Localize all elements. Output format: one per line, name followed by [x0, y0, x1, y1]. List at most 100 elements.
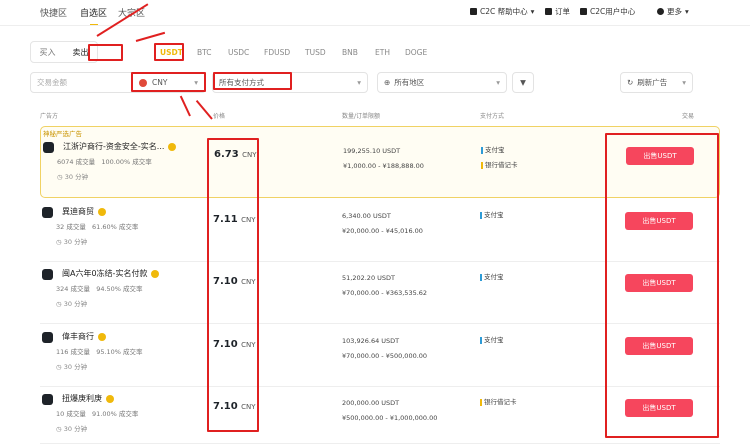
pay-time: ◷ 30 分钟 [56, 298, 87, 308]
advertiser-name[interactable]: 江浙沪商行-资金安全-实名... [63, 141, 177, 152]
available-quantity: 103,926.64 USDT [342, 337, 400, 345]
tab-quick[interactable]: 快捷区 [40, 6, 67, 19]
avatar [42, 207, 53, 218]
more-menu[interactable]: 更多 ▾ [657, 6, 689, 17]
label: 更多 [667, 7, 682, 16]
verified-badge-icon [168, 142, 177, 151]
time-text: 30 分钟 [63, 300, 88, 308]
advertiser-name[interactable]: 闽A六年0冻结-实名付款 [62, 268, 160, 279]
name-text: 扭爆庚利庚 [62, 394, 102, 403]
order-count: 6074 成交量 [57, 158, 96, 166]
verified-badge-icon [98, 207, 106, 216]
region-select[interactable]: ⊕ 所有地区 ▾ [377, 72, 507, 93]
name-text: 闽A六年0冻结-实名付款 [62, 269, 148, 278]
orders-link[interactable]: 订单 [545, 6, 570, 17]
name-text: 江浙沪商行-资金安全-实名... [63, 142, 165, 151]
annotation-box-usdt [154, 43, 184, 61]
annotation-box-currency [131, 72, 206, 92]
advertiser-name[interactable]: 扭爆庚利庚 [62, 393, 114, 404]
available-quantity: 199,255.10 USDT [343, 147, 401, 155]
payment-method: 支付宝 [480, 337, 504, 344]
advertiser-name[interactable]: 異迪商贸 [62, 206, 106, 217]
region-value: 所有地区 [394, 78, 425, 87]
coin-fdusd[interactable]: FDUSD [264, 48, 290, 57]
chevron-down-icon: ▾ [357, 78, 361, 87]
annotation-box-payment [213, 72, 292, 90]
help-center-menu[interactable]: C2C 帮助中心 ▾ [470, 6, 534, 17]
verified-badge-icon [151, 269, 160, 278]
pay-time: ◷ 30 分钟 [56, 423, 87, 433]
order-limit: ¥70,000.00 - ¥500,000.00 [342, 352, 428, 360]
name-text: 異迪商贸 [62, 207, 94, 216]
trade-stats: 6074 成交量 100.00% 成交率 [57, 156, 152, 166]
annotation-box-sell [88, 44, 123, 61]
label: 订单 [555, 7, 570, 16]
buy-tab[interactable]: 买入 [31, 42, 64, 62]
coin-btc[interactable]: BTC [197, 48, 212, 57]
advertiser-name[interactable]: 偉丰商行 [62, 331, 106, 342]
coin-doge[interactable]: DOGE [405, 48, 427, 57]
time-text: 30 分钟 [63, 238, 88, 246]
trade-stats: 324 成交量 94.50% 成交率 [56, 283, 143, 293]
header-price: 价格 [213, 113, 226, 120]
header-quantity: 数量/订单限额 [342, 113, 381, 120]
available-quantity: 51,202.20 USDT [342, 274, 396, 282]
header-payment: 支付方式 [480, 113, 505, 120]
payment-method: 支付宝 [481, 147, 505, 154]
time-text: 30 分钟 [63, 425, 88, 433]
pay-time: ◷ 30 分钟 [56, 361, 87, 371]
amount-placeholder: 交易金额 [37, 78, 67, 87]
clock-icon: ◷ [56, 238, 62, 246]
order-limit: ¥20,000.00 - ¥45,016.00 [342, 227, 423, 235]
refresh-button[interactable]: ↻ 刷新广告 ▾ [620, 72, 693, 93]
header-trade: 交易 [682, 113, 695, 120]
trade-stats: 10 成交量 91.00% 成交率 [56, 408, 138, 418]
label: C2C用户中心 [590, 7, 636, 16]
completion-rate: 61.60% 成交率 [92, 223, 139, 231]
order-limit: ¥70,000.00 - ¥363,535.62 [342, 289, 428, 297]
order-limit: ¥1,000.00 - ¥188,888.00 [343, 162, 424, 170]
completion-rate: 100.00% 成交率 [101, 158, 152, 166]
name-text: 偉丰商行 [62, 332, 94, 341]
payment-method: 支付宝 [480, 274, 504, 281]
clock-icon: ◷ [57, 173, 63, 181]
order-count: 10 成交量 [56, 410, 86, 418]
time-text: 30 分钟 [63, 363, 88, 371]
completion-rate: 91.00% 成交率 [92, 410, 139, 418]
trade-stats: 32 成交量 61.60% 成交率 [56, 221, 138, 231]
verified-badge-icon [106, 394, 114, 403]
completion-rate: 94.50% 成交率 [96, 285, 143, 293]
annotation-box-trade [605, 133, 719, 438]
order-limit: ¥500,000.00 - ¥1,000,000.00 [342, 414, 438, 422]
filter-icon: ▼ [520, 78, 526, 87]
more-icon [657, 8, 664, 15]
avatar [42, 269, 53, 280]
order-count: 116 成交量 [56, 348, 90, 356]
chevron-down-icon: ▾ [682, 78, 686, 87]
coin-eth[interactable]: ETH [375, 48, 390, 57]
chevron-down-icon: ▾ [496, 78, 500, 87]
payment-method: 支付宝 [480, 212, 504, 219]
avatar [42, 332, 53, 343]
coin-bnb[interactable]: BNB [342, 48, 358, 57]
coin-tusd[interactable]: TUSD [305, 48, 326, 57]
available-quantity: 200,000.00 USDT [342, 399, 400, 407]
avatar [42, 394, 53, 405]
filter-button[interactable]: ▼ [512, 72, 534, 93]
avatar [43, 142, 54, 153]
pay-time: ◷ 30 分钟 [57, 171, 88, 181]
time-text: 30 分钟 [64, 173, 89, 181]
clock-icon: ◷ [56, 425, 62, 433]
coin-usdc[interactable]: USDC [228, 48, 249, 57]
completion-rate: 95.10% 成交率 [96, 348, 143, 356]
tab-selected[interactable]: 自选区 [80, 6, 107, 19]
order-count: 32 成交量 [56, 223, 86, 231]
clock-icon: ◷ [56, 363, 62, 371]
clock-icon: ◷ [56, 300, 62, 308]
user-center-link[interactable]: C2C用户中心 [580, 6, 635, 17]
globe-icon: ⊕ [384, 78, 391, 87]
refresh-label: 刷新广告 [637, 78, 668, 87]
payment-method: 银行借记卡 [481, 162, 518, 169]
annotation-arrow [135, 31, 166, 42]
payment-method: 银行借记卡 [480, 399, 517, 406]
